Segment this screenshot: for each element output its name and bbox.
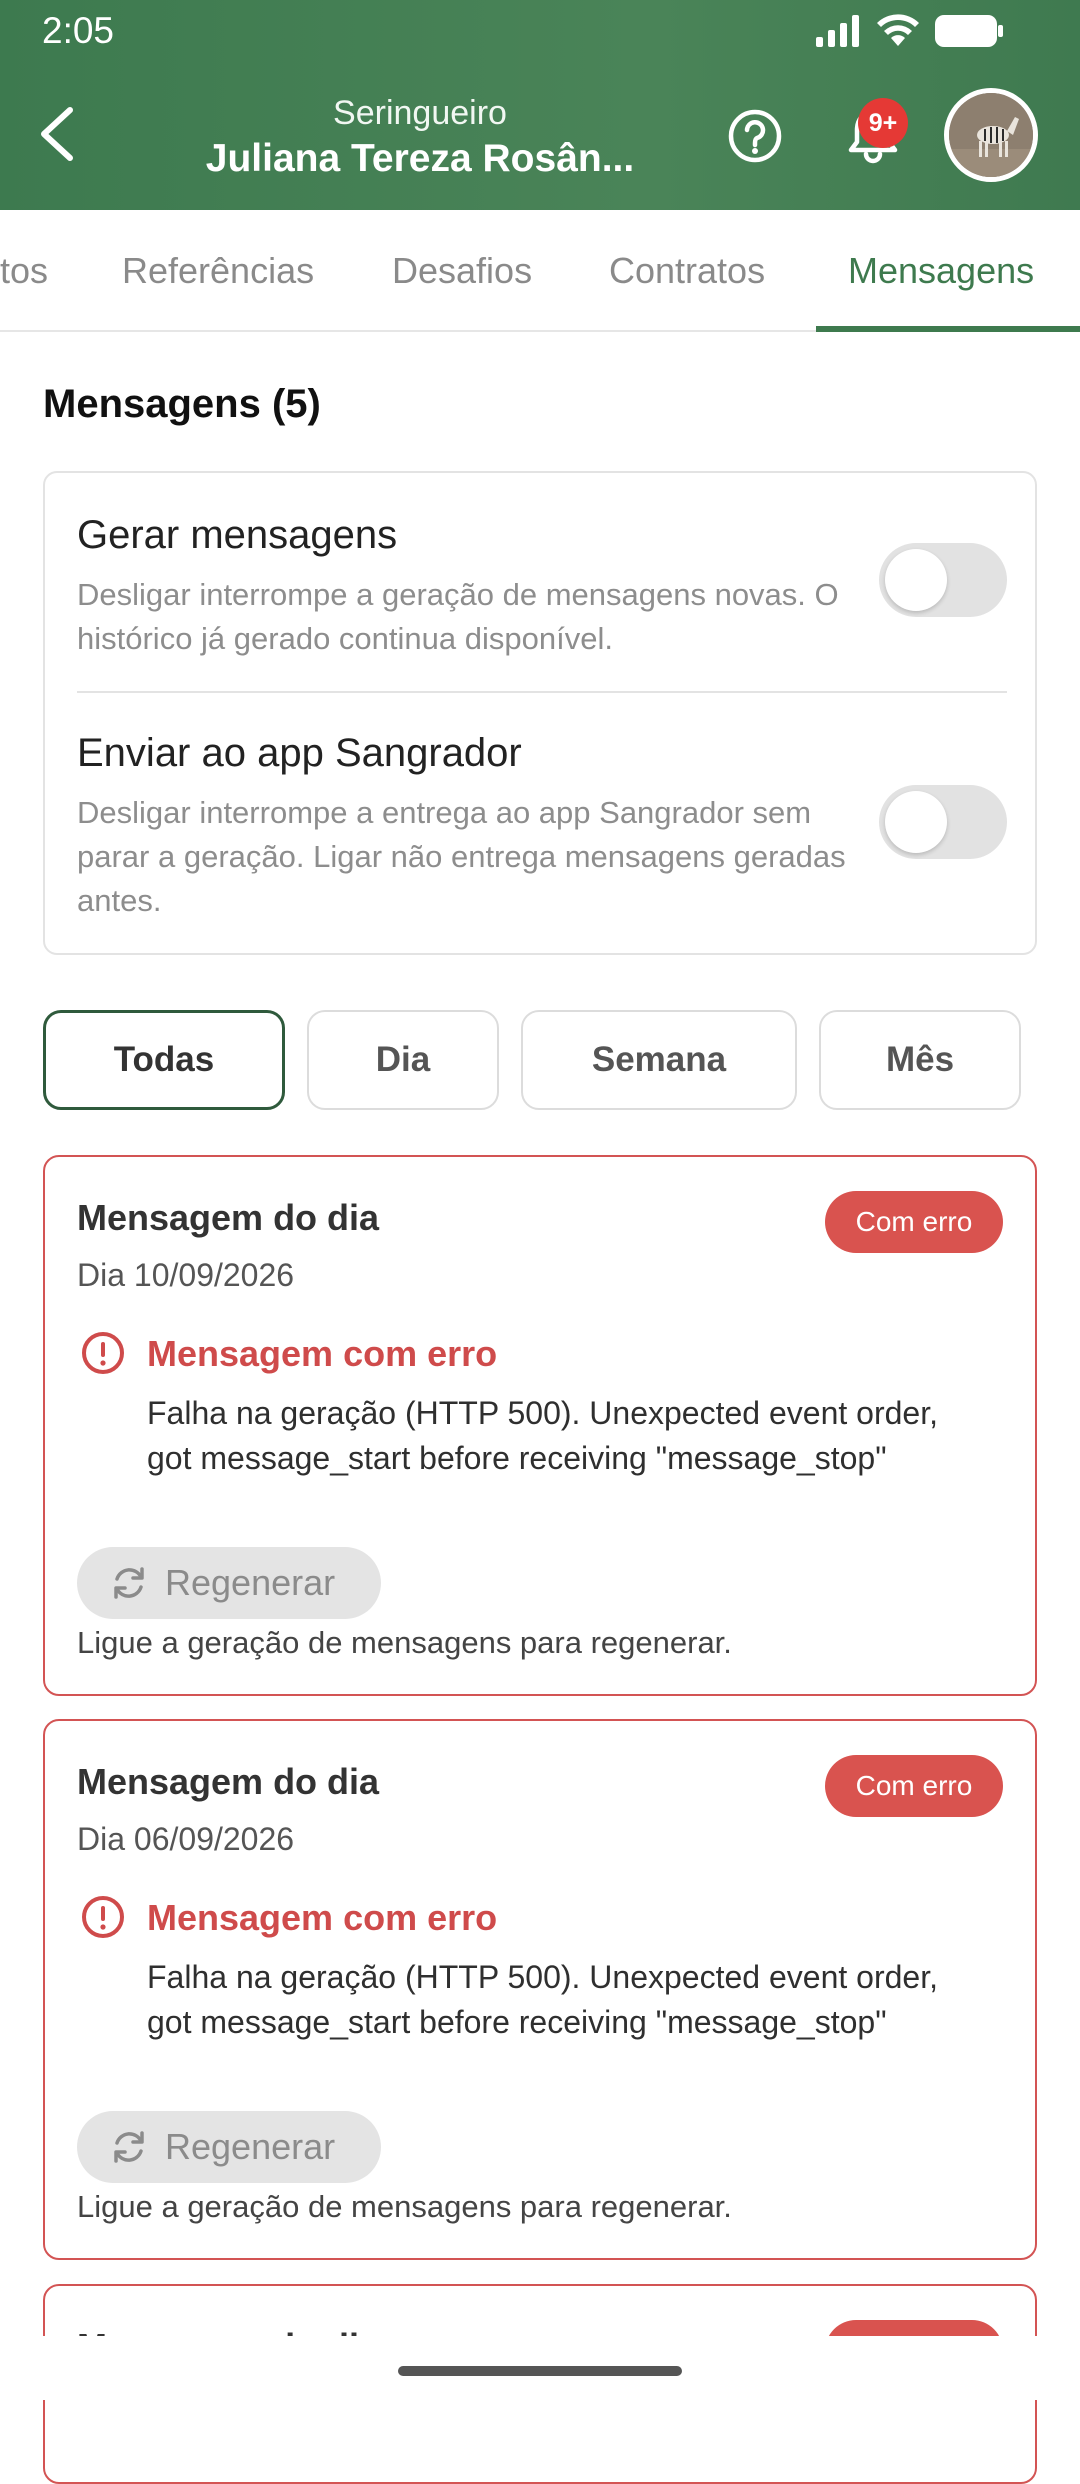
regenerate-label: Regenerar bbox=[165, 1562, 336, 1603]
regenerate-label: Regenerar bbox=[165, 2126, 336, 2167]
tab-referencias[interactable]: Referências bbox=[122, 210, 314, 332]
status-icons bbox=[816, 14, 1004, 48]
tab-other[interactable]: tos bbox=[0, 210, 48, 332]
error-icon bbox=[82, 1896, 124, 1938]
back-icon[interactable] bbox=[34, 102, 82, 166]
setting-gerar-mensagens: Gerar mensagens Desligar interrompe a ge… bbox=[77, 509, 1007, 661]
message-card: Mensagem do dia Com erro Dia 10/09/2026 … bbox=[43, 1155, 1037, 1696]
refresh-icon bbox=[114, 1567, 144, 1599]
error-message: Falha na geração (HTTP 500). Unexpected … bbox=[147, 1959, 938, 2040]
zebra-image bbox=[949, 93, 1033, 177]
regenerate-hint: Ligue a geração de mensagens para regene… bbox=[77, 2189, 732, 2224]
setting-enviar-sangrador: Enviar ao app Sangrador Desligar interro… bbox=[77, 727, 1007, 923]
signal-icon bbox=[816, 15, 859, 47]
status-badge: Com erro bbox=[825, 1755, 1003, 1817]
toggle-knob bbox=[885, 791, 947, 853]
tab-mensagens[interactable]: Mensagens bbox=[848, 210, 1034, 332]
error-heading: Mensagem com erro bbox=[147, 1333, 498, 1374]
tab-bar: tos Referências Desafios Contratos Mensa… bbox=[0, 210, 1080, 332]
settings-divider bbox=[77, 691, 1007, 693]
message-title: Mensagem do dia bbox=[77, 1197, 380, 1238]
tab-contratos[interactable]: Contratos bbox=[609, 210, 765, 332]
header-subtitle: Seringueiro bbox=[333, 94, 507, 132]
status-time: 2:05 bbox=[42, 10, 115, 51]
gerar-mensagens-toggle[interactable] bbox=[879, 543, 1007, 617]
status-bar: 2:05 bbox=[0, 0, 1080, 62]
filter-todas[interactable]: Todas bbox=[43, 1010, 285, 1110]
setting-description: Desligar interrompe a geração de mensage… bbox=[77, 577, 839, 656]
settings-card: Gerar mensagens Desligar interrompe a ge… bbox=[43, 471, 1037, 955]
regenerate-button[interactable]: Regenerar bbox=[77, 2111, 381, 2183]
help-icon[interactable] bbox=[727, 108, 783, 164]
header-title: Juliana Tereza Rosân... bbox=[205, 137, 635, 180]
app-header: 2:05 Seringueiro Juliana Tereza Rosân... bbox=[0, 0, 1080, 210]
enviar-sangrador-toggle[interactable] bbox=[879, 785, 1007, 859]
error-message: Falha na geração (HTTP 500). Unexpected … bbox=[147, 1395, 938, 1476]
toggle-knob bbox=[885, 549, 947, 611]
regenerate-hint: Ligue a geração de mensagens para regene… bbox=[77, 1625, 732, 1660]
filter-semana[interactable]: Semana bbox=[521, 1010, 797, 1110]
filter-mes[interactable]: Mês bbox=[819, 1010, 1021, 1110]
message-date: Dia 06/09/2026 bbox=[77, 1821, 295, 1857]
refresh-icon bbox=[114, 2131, 144, 2163]
section-title: Mensagens (5) bbox=[43, 382, 321, 426]
setting-description: Desligar interrompe a entrega ao app San… bbox=[77, 795, 846, 918]
error-icon bbox=[82, 1332, 124, 1374]
home-indicator[interactable] bbox=[398, 2366, 682, 2376]
filter-dia[interactable]: Dia bbox=[307, 1010, 499, 1110]
message-date: Dia 10/09/2026 bbox=[77, 1257, 295, 1293]
avatar[interactable] bbox=[944, 88, 1038, 182]
status-badge: Com erro bbox=[825, 1191, 1003, 1253]
setting-label: Gerar mensagens bbox=[77, 513, 398, 557]
message-card: Mensagem do dia Com erro Dia 06/09/2026 … bbox=[43, 1719, 1037, 2260]
header-title-block: Seringueiro Juliana Tereza Rosân... bbox=[180, 92, 660, 184]
notification-badge: 9+ bbox=[858, 98, 908, 148]
message-title: Mensagem do dia bbox=[77, 1761, 380, 1802]
battery-icon bbox=[935, 15, 1003, 47]
setting-label: Enviar ao app Sangrador bbox=[77, 731, 522, 775]
regenerate-button[interactable]: Regenerar bbox=[77, 1547, 381, 1619]
error-heading: Mensagem com erro bbox=[147, 1897, 498, 1938]
active-tab-indicator bbox=[816, 326, 1080, 332]
tab-desafios[interactable]: Desafios bbox=[392, 210, 532, 332]
wifi-icon bbox=[877, 14, 919, 46]
